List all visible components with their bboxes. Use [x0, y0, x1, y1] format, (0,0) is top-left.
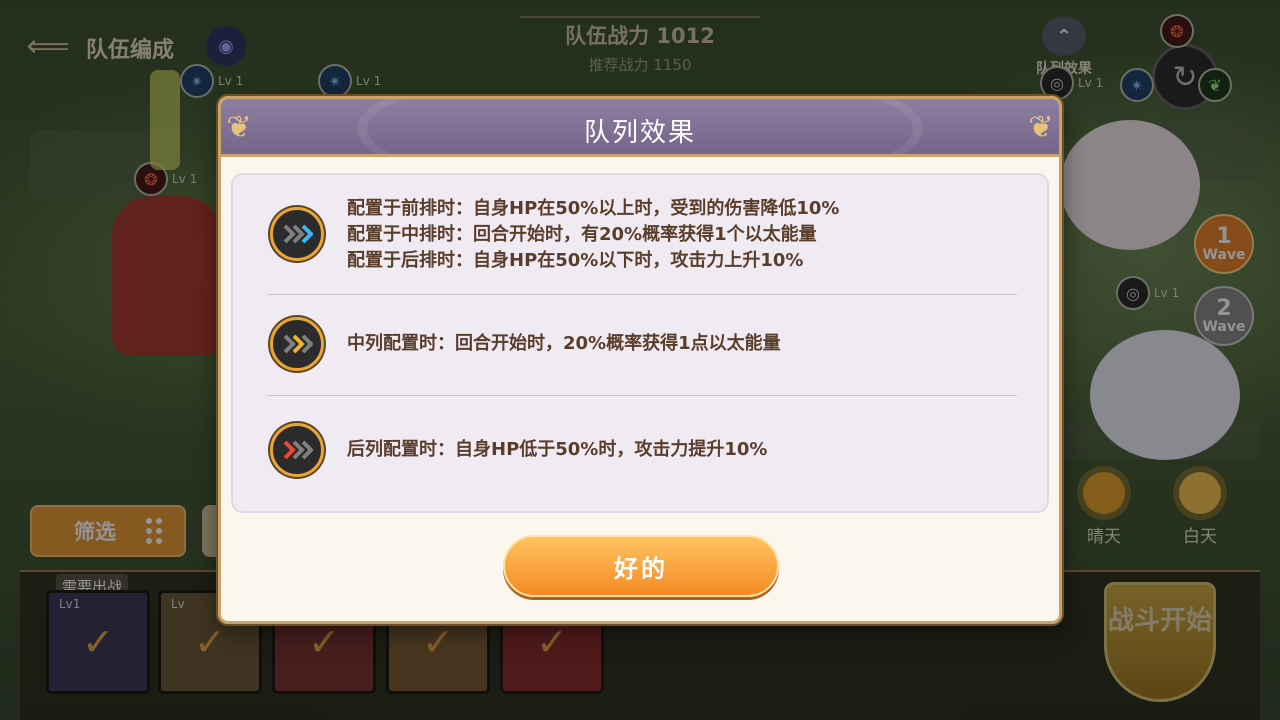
dialog-title: 队列效果: [583, 118, 696, 148]
effect-description: 后列配置时：自身HP低于50%时，攻击力提升10%: [347, 437, 767, 463]
chevron-yellow-icon: [270, 317, 324, 371]
effect-line: 配置于中排时：回合开始时，有20%概率获得1个以太能量: [347, 224, 817, 245]
effects-panel: 配置于前排时：自身HP在50%以上时，受到的伤害降低10% 配置于中排时：回合开…: [231, 173, 1049, 513]
dialog-header: ❦ ❦ 队列效果: [221, 99, 1059, 157]
effect-line: 中列配置时：回合开始时，20%概率获得1点以太能量: [347, 333, 781, 354]
chevron-blue-icon: [270, 207, 324, 261]
formation-effect-dialog: ❦ ❦ 队列效果 配置于前排时：自身HP在50%以上时，受到的伤害降低10% 配…: [218, 96, 1062, 624]
chevron-red-icon: [270, 423, 324, 477]
divider: [267, 294, 1017, 295]
effect-description: 中列配置时：回合开始时，20%概率获得1点以太能量: [347, 331, 781, 357]
effect-line: 后列配置时：自身HP低于50%时，攻击力提升10%: [347, 439, 768, 460]
divider: [267, 395, 1017, 396]
effect-description: 配置于前排时：自身HP在50%以上时，受到的伤害降低10% 配置于中排时：回合开…: [347, 196, 839, 274]
effect-line: 配置于前排时：自身HP在50%以上时，受到的伤害降低10%: [347, 198, 840, 219]
effect-line: 配置于后排时：自身HP在50%以下时，攻击力上升10%: [347, 250, 804, 271]
ok-button[interactable]: 好的: [503, 535, 779, 597]
